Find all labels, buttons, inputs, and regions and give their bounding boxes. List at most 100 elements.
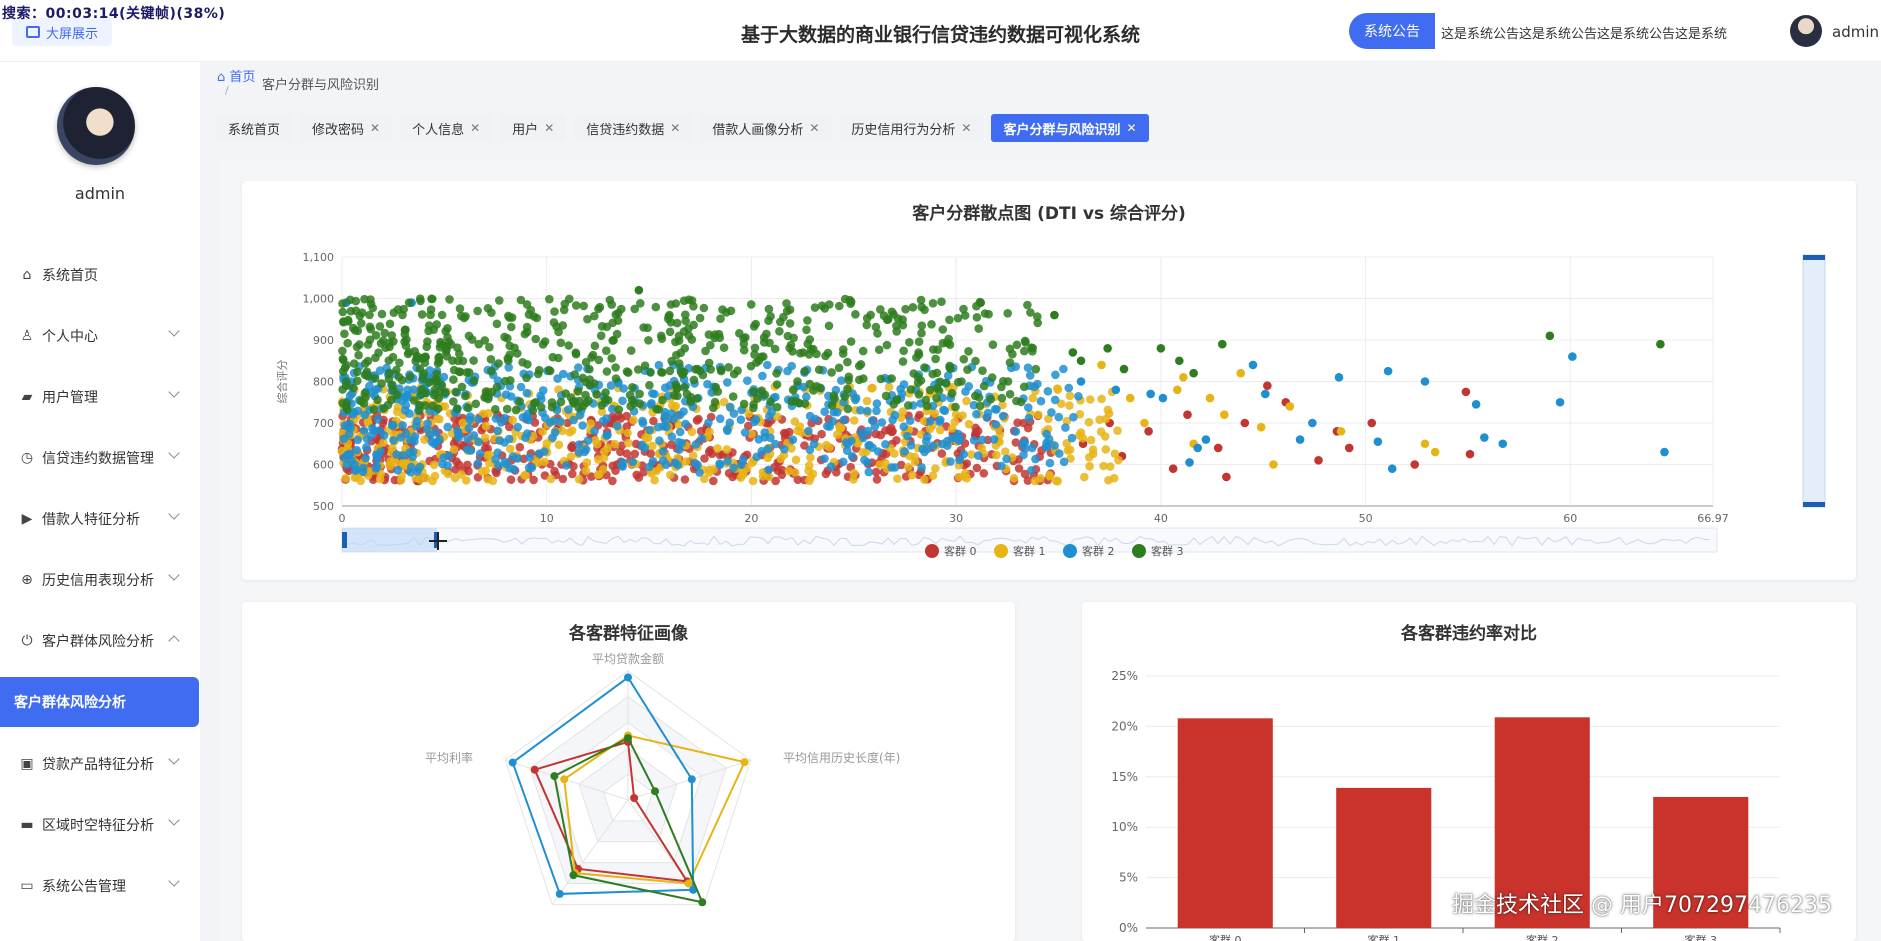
scatter-point	[355, 311, 365, 321]
vertical-zoom-slider[interactable]	[1802, 254, 1826, 508]
scatter-point	[1034, 410, 1043, 420]
scatter-point	[969, 436, 979, 445]
vzoom-handle-bottom[interactable]	[1803, 502, 1825, 507]
scatter-point	[400, 337, 409, 347]
close-icon[interactable]: ✕	[1127, 121, 1137, 135]
scatter-point	[765, 338, 774, 348]
scatter-point	[772, 380, 782, 389]
scatter-point	[553, 374, 562, 383]
scatter-point	[602, 431, 611, 440]
close-icon[interactable]: ✕	[809, 121, 819, 135]
scatter-point	[1018, 439, 1027, 448]
bar-0[interactable]	[1177, 718, 1273, 928]
tab-1[interactable]: 修改密码 ✕	[300, 114, 393, 142]
breadcrumb-separator: /	[225, 84, 229, 97]
tab-0[interactable]: 系统首页	[216, 114, 293, 142]
scatter-point	[437, 310, 447, 320]
radar-chart[interactable]: 平均贷款金额平均信用历史长度(年)平均综合评分平均DTI平均利率	[242, 602, 1015, 941]
scatter-point	[496, 418, 506, 427]
scatter-point	[586, 419, 595, 428]
sidebar-item-4[interactable]: ▶ 借款人特征分析	[0, 488, 200, 549]
close-icon[interactable]: ✕	[670, 121, 680, 135]
scatter-point	[892, 321, 901, 331]
scatter-point	[890, 463, 900, 472]
scatter-card: 客户分群散点图 (DTI vs 综合评分) 500 600 700 800 900 1,0…	[242, 181, 1856, 580]
sidebar-item-label: 贷款产品特征分析	[42, 756, 154, 773]
sidebar-item-8[interactable]: ▣ 贷款产品特征分析	[0, 733, 200, 794]
sidebar-item-10[interactable]: ▭ 系统公告管理	[0, 855, 200, 916]
scatter-point	[776, 317, 785, 327]
scatter-point	[963, 365, 972, 374]
avatar[interactable]	[57, 87, 135, 165]
legend-marker[interactable]	[1132, 544, 1146, 558]
scatter-point	[1068, 348, 1078, 357]
scatter-point	[568, 469, 577, 479]
scatter-point	[1036, 396, 1046, 406]
scatter-point	[666, 470, 675, 480]
close-icon[interactable]: ✕	[370, 121, 380, 135]
zoom-slider-window[interactable]	[342, 528, 437, 552]
scatter-point	[1097, 360, 1106, 370]
scatter-point	[501, 376, 510, 386]
tab-label: 历史信用行为分析	[851, 122, 956, 138]
scatter-point	[341, 474, 350, 483]
sidebar-item-9[interactable]: ▬ 区域时空特征分析	[0, 794, 200, 855]
scatter-point	[373, 415, 382, 424]
header-avatar[interactable]	[1790, 15, 1822, 47]
sidebar-item-1[interactable]: ♙ 个人中心	[0, 305, 200, 366]
tab-3[interactable]: 用户 ✕	[500, 114, 567, 142]
scatter-point	[471, 399, 481, 409]
close-icon[interactable]: ✕	[544, 121, 554, 135]
scatter-point	[474, 339, 484, 349]
legend-marker[interactable]	[994, 544, 1008, 558]
scatter-point	[823, 421, 832, 431]
scatter-point	[1140, 418, 1149, 428]
legend-marker[interactable]	[925, 544, 939, 558]
breadcrumb-home[interactable]: ⌂ 首页	[217, 70, 255, 85]
tab-2[interactable]: 个人信息 ✕	[400, 114, 493, 142]
scatter-point	[945, 315, 954, 325]
sidebar-item-5[interactable]: ⊕ 历史信用表现分析	[0, 549, 200, 610]
scatter-point	[436, 337, 445, 347]
tab-5[interactable]: 借款人画像分析 ✕	[700, 114, 832, 142]
scatter-point	[623, 428, 632, 438]
notice-badge[interactable]: 系统公告	[1349, 13, 1435, 49]
bar-1[interactable]	[1336, 787, 1432, 928]
scatter-point	[481, 392, 491, 402]
tab-label: 借款人画像分析	[712, 122, 804, 138]
tab-6[interactable]: 历史信用行为分析 ✕	[839, 114, 984, 142]
scatter-point	[590, 311, 599, 321]
sidebar-item-7[interactable]: 客户群体风险分析	[0, 677, 199, 727]
close-icon[interactable]: ✕	[961, 121, 971, 135]
scatter-point	[674, 359, 684, 368]
tab-4[interactable]: 信贷违约数据 ✕	[574, 114, 693, 142]
sidebar-item-6[interactable]: ⏻ 客户群体风险分析	[0, 610, 200, 671]
scatter-point	[373, 395, 382, 405]
chevron-down-icon	[168, 325, 180, 337]
vzoom-handle-top[interactable]	[1803, 255, 1825, 260]
notice-marquee[interactable]: 这是系统公告这是系统公告这是系统公告这是系统	[1441, 23, 1749, 42]
sidebar-item-2[interactable]: ▰ 用户管理	[0, 366, 200, 427]
scatter-point	[997, 393, 1007, 403]
header-username[interactable]: admin	[1832, 23, 1879, 41]
legend-marker[interactable]	[1063, 544, 1077, 558]
sidebar-item-0[interactable]: ⌂ 系统首页	[0, 244, 200, 305]
scatter-point	[920, 475, 929, 484]
radar-point	[624, 673, 632, 682]
scatter-point	[452, 404, 462, 414]
close-icon[interactable]: ✕	[470, 121, 480, 135]
scatter-point	[989, 435, 999, 444]
scatter-point	[1023, 363, 1033, 372]
tab-7[interactable]: 客户分群与风险识别 ✕	[991, 114, 1149, 142]
scatter-point	[1420, 377, 1430, 386]
scatter-point	[453, 426, 462, 436]
scatter-point	[694, 414, 703, 424]
scatter-point	[1084, 417, 1094, 427]
scatter-point	[1420, 439, 1430, 449]
zoom-handle-left[interactable]	[342, 532, 347, 548]
x-tick-label: 客群 2	[1526, 933, 1559, 941]
scatter-point	[457, 382, 467, 392]
sidebar-item-3[interactable]: ◷ 信贷违约数据管理	[0, 427, 200, 488]
scatter-point	[758, 371, 767, 381]
scatter-chart[interactable]: 500 600 700 800 900 1,000 1,100 0 10 20 30 40 50 60 66…	[242, 181, 1856, 580]
